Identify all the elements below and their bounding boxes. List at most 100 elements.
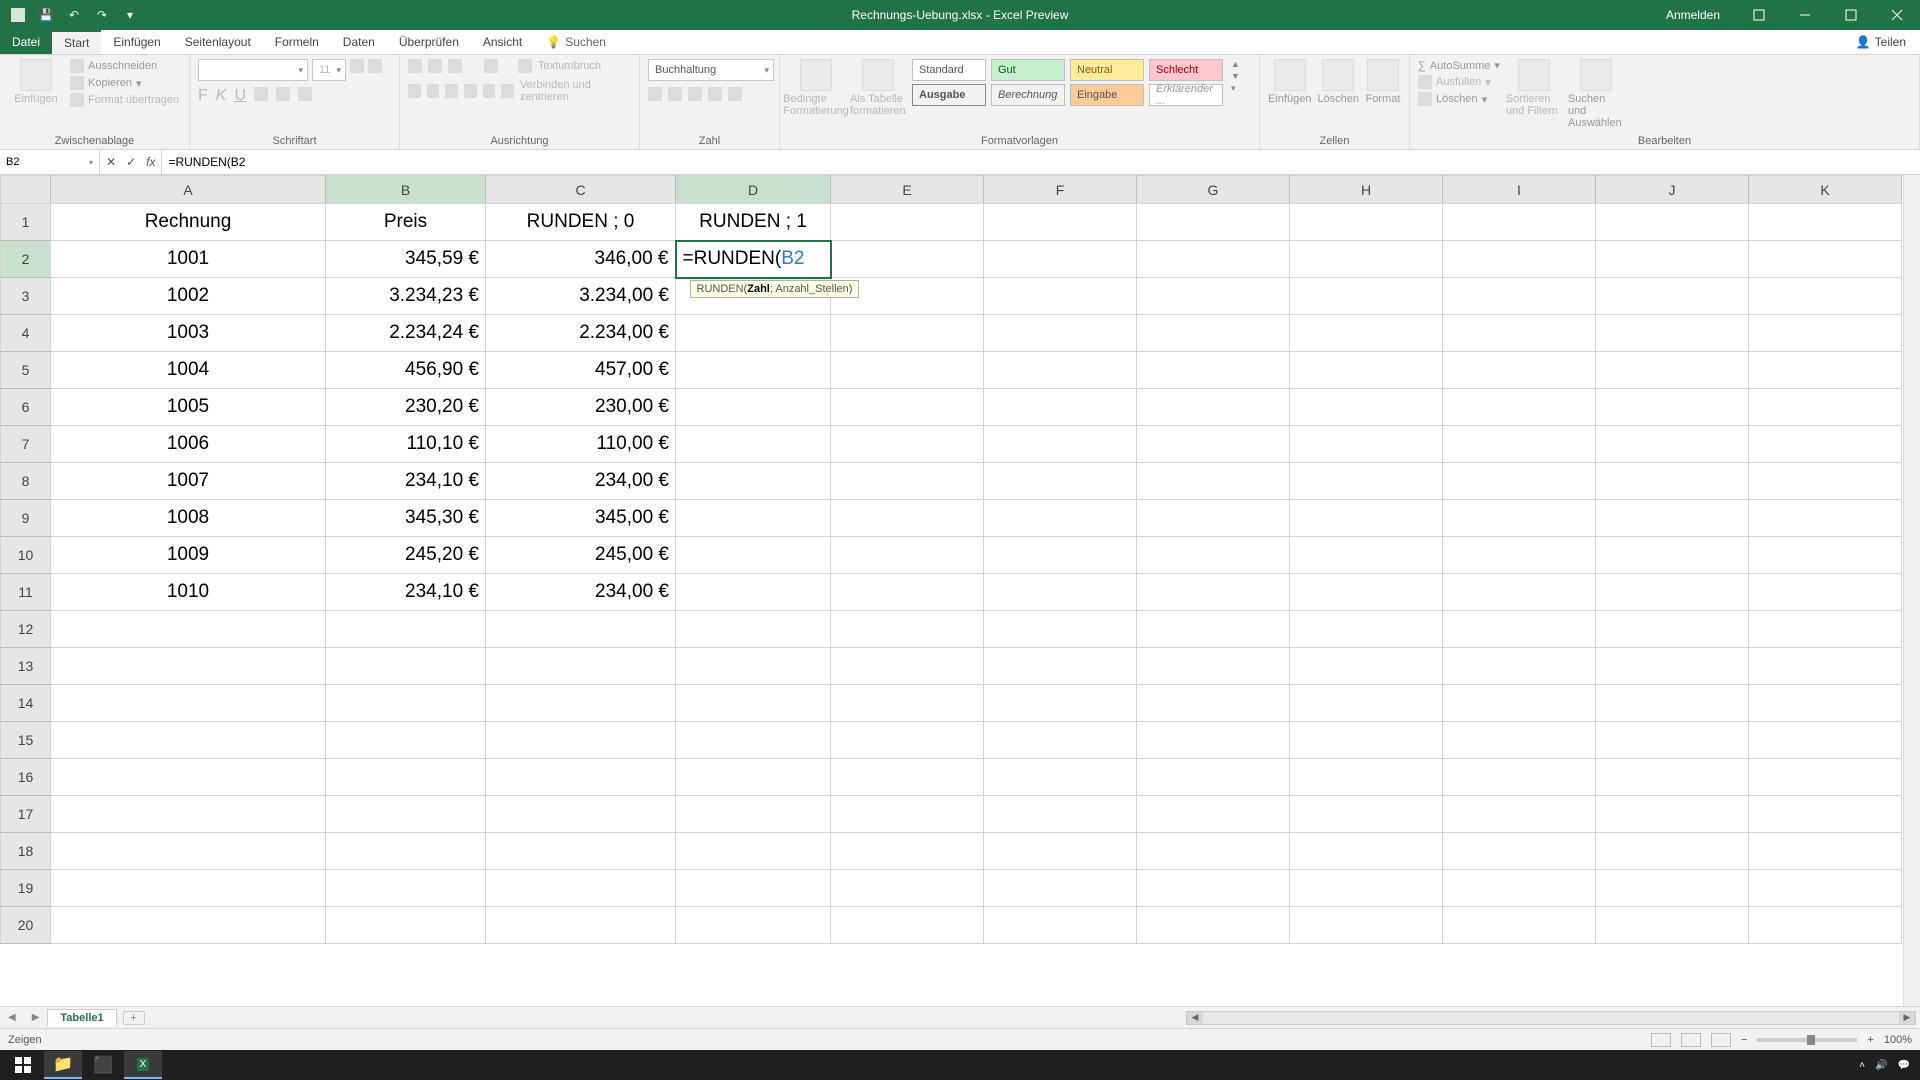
select-all-corner[interactable] — [1, 176, 51, 204]
hscroll-left-icon[interactable]: ◀ — [1187, 1012, 1203, 1024]
style-eingabe[interactable]: Eingabe — [1070, 84, 1144, 106]
cell-C5[interactable]: 457,00 € — [486, 352, 676, 389]
tab-seitenlayout[interactable]: Seitenlayout — [173, 30, 263, 54]
cell-I9[interactable] — [1443, 500, 1596, 537]
style-erklaerender[interactable]: Erklärender ... — [1149, 84, 1223, 106]
format-painter-button[interactable]: Format übertragen — [70, 93, 179, 107]
cell-G20[interactable] — [1137, 907, 1290, 944]
cell-H18[interactable] — [1290, 833, 1443, 870]
style-berechnung[interactable]: Berechnung — [991, 84, 1065, 106]
cell-K11[interactable] — [1749, 574, 1902, 611]
cell-C9[interactable]: 345,00 € — [486, 500, 676, 537]
cell-D1[interactable]: RUNDEN ; 1 — [676, 204, 831, 241]
page-layout-view-button[interactable] — [1681, 1033, 1701, 1047]
cell-K20[interactable] — [1749, 907, 1902, 944]
cell-A9[interactable]: 1008 — [51, 500, 326, 537]
style-neutral[interactable]: Neutral — [1070, 59, 1144, 81]
row-header-9[interactable]: 9 — [1, 500, 51, 537]
increase-indent-icon[interactable] — [483, 84, 496, 98]
cell-J10[interactable] — [1596, 537, 1749, 574]
cell-G6[interactable] — [1137, 389, 1290, 426]
decrease-indent-icon[interactable] — [464, 84, 477, 98]
row-header-15[interactable]: 15 — [1, 722, 51, 759]
decrease-font-icon[interactable] — [368, 59, 382, 73]
cell-H5[interactable] — [1290, 352, 1443, 389]
cell-B5[interactable]: 456,90 € — [326, 352, 486, 389]
cell-K2[interactable] — [1749, 241, 1902, 278]
cell-K5[interactable] — [1749, 352, 1902, 389]
column-header-C[interactable]: C — [486, 176, 676, 204]
cell-D17[interactable] — [676, 796, 831, 833]
cell-D7[interactable] — [676, 426, 831, 463]
close-button[interactable] — [1874, 0, 1920, 30]
cell-I20[interactable] — [1443, 907, 1596, 944]
cell-K7[interactable] — [1749, 426, 1902, 463]
cell-D20[interactable] — [676, 907, 831, 944]
cell-I10[interactable] — [1443, 537, 1596, 574]
cell-D6[interactable] — [676, 389, 831, 426]
save-icon[interactable]: 💾 — [36, 5, 56, 25]
cell-B13[interactable] — [326, 648, 486, 685]
cell-I2[interactable] — [1443, 241, 1596, 278]
normal-view-button[interactable] — [1651, 1033, 1671, 1047]
cell-G4[interactable] — [1137, 315, 1290, 352]
cell-A20[interactable] — [51, 907, 326, 944]
cell-K14[interactable] — [1749, 685, 1902, 722]
cell-D14[interactable] — [676, 685, 831, 722]
cell-A7[interactable]: 1006 — [51, 426, 326, 463]
column-header-E[interactable]: E — [831, 176, 984, 204]
row-header-4[interactable]: 4 — [1, 315, 51, 352]
cell-E16[interactable] — [831, 759, 984, 796]
cell-G7[interactable] — [1137, 426, 1290, 463]
cell-B20[interactable] — [326, 907, 486, 944]
row-header-11[interactable]: 11 — [1, 574, 51, 611]
cell-F9[interactable] — [984, 500, 1137, 537]
cell-E1[interactable] — [831, 204, 984, 241]
cell-E5[interactable] — [831, 352, 984, 389]
cell-A15[interactable] — [51, 722, 326, 759]
cell-E10[interactable] — [831, 537, 984, 574]
cell-I4[interactable] — [1443, 315, 1596, 352]
cell-H10[interactable] — [1290, 537, 1443, 574]
cell-K16[interactable] — [1749, 759, 1902, 796]
cell-J3[interactable] — [1596, 278, 1749, 315]
cell-K13[interactable] — [1749, 648, 1902, 685]
cell-K19[interactable] — [1749, 870, 1902, 907]
cell-K6[interactable] — [1749, 389, 1902, 426]
cell-E9[interactable] — [831, 500, 984, 537]
cell-I14[interactable] — [1443, 685, 1596, 722]
cell-G1[interactable] — [1137, 204, 1290, 241]
cell-A10[interactable]: 1009 — [51, 537, 326, 574]
cell-J20[interactable] — [1596, 907, 1749, 944]
vertical-scrollbar[interactable] — [1903, 175, 1920, 1006]
cell-D10[interactable] — [676, 537, 831, 574]
style-standard[interactable]: Standard — [912, 59, 986, 81]
cell-H11[interactable] — [1290, 574, 1443, 611]
increase-font-icon[interactable] — [350, 59, 364, 73]
column-header-H[interactable]: H — [1290, 176, 1443, 204]
cut-button[interactable]: Ausschneiden — [70, 59, 179, 73]
cell-H3[interactable] — [1290, 278, 1443, 315]
cell-B12[interactable] — [326, 611, 486, 648]
cell-E6[interactable] — [831, 389, 984, 426]
cell-A3[interactable]: 1002 — [51, 278, 326, 315]
cell-F4[interactable] — [984, 315, 1137, 352]
cell-C16[interactable] — [486, 759, 676, 796]
cell-E13[interactable] — [831, 648, 984, 685]
format-as-table-button[interactable]: Als Tabelle formatieren — [850, 59, 906, 117]
cell-F7[interactable] — [984, 426, 1137, 463]
cell-B16[interactable] — [326, 759, 486, 796]
cell-J8[interactable] — [1596, 463, 1749, 500]
bold-button[interactable]: F — [198, 87, 208, 105]
cell-H7[interactable] — [1290, 426, 1443, 463]
cell-G8[interactable] — [1137, 463, 1290, 500]
cell-B6[interactable]: 230,20 € — [326, 389, 486, 426]
font-size-dropdown[interactable]: 11 — [312, 59, 346, 81]
cell-H8[interactable] — [1290, 463, 1443, 500]
tab-datei[interactable]: Datei — [0, 30, 52, 54]
cell-G14[interactable] — [1137, 685, 1290, 722]
increase-decimal-icon[interactable] — [708, 87, 722, 101]
cell-B7[interactable]: 110,10 € — [326, 426, 486, 463]
cell-D12[interactable] — [676, 611, 831, 648]
cell-F15[interactable] — [984, 722, 1137, 759]
